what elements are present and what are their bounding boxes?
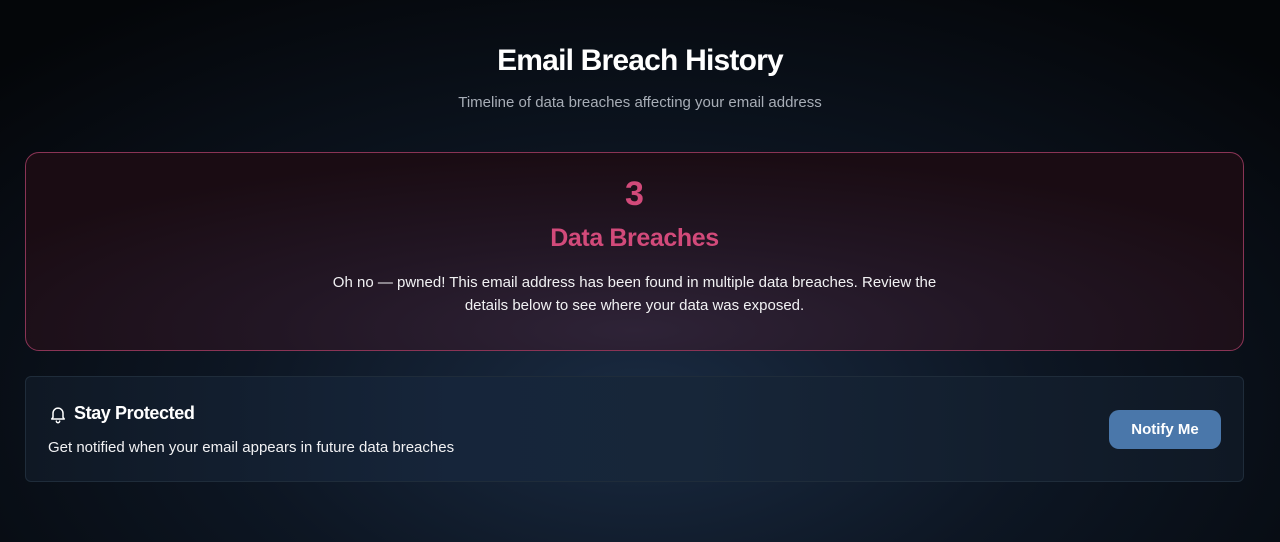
- breach-count-label: Data Breaches: [550, 224, 719, 252]
- page-subtitle: Timeline of data breaches affecting your…: [458, 94, 822, 111]
- breach-summary-card: 3 Data Breaches Oh no — pwned! This emai…: [25, 152, 1244, 351]
- page-title: Email Breach History: [497, 44, 784, 77]
- notify-me-button[interactable]: Notify Me: [1109, 410, 1221, 449]
- stay-protected-card: Stay Protected Get notified when your em…: [25, 376, 1244, 482]
- stay-protected-description: Get notified when your email appears in …: [48, 439, 455, 456]
- bell-icon: [48, 404, 68, 424]
- stay-protected-title: Stay Protected: [74, 403, 195, 423]
- breach-message: Oh no — pwned! This email address has be…: [332, 274, 937, 314]
- stay-protected-header: Stay Protected: [48, 403, 195, 424]
- breach-count: 3: [625, 175, 644, 213]
